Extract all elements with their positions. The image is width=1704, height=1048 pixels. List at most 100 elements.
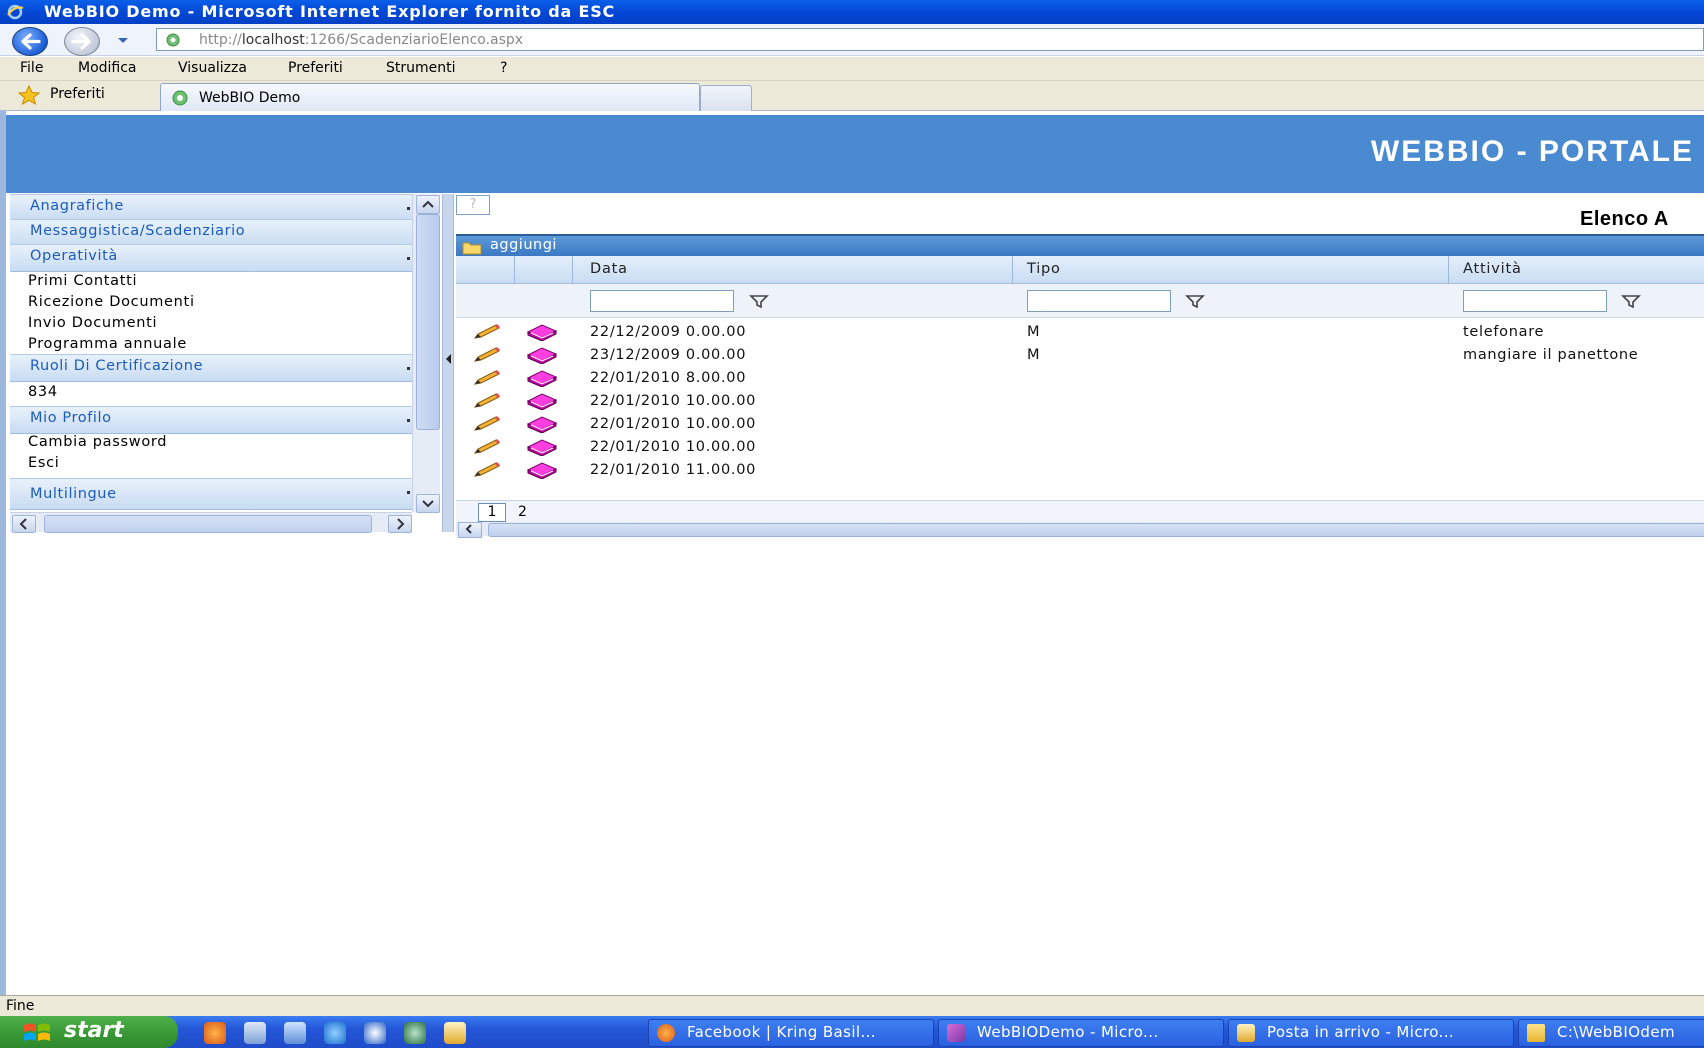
column-header-attivita[interactable]: Attività — [1463, 261, 1522, 277]
internet-explorer-icon — [7, 4, 24, 20]
filter-icon[interactable] — [1185, 294, 1205, 308]
filter-icon[interactable] — [1621, 294, 1641, 308]
book-icon[interactable] — [526, 392, 558, 410]
sidebar-item-esci[interactable]: Esci — [28, 455, 60, 471]
explorer-quicklaunch-icon[interactable] — [284, 1022, 306, 1044]
tab-bar: Preferiti WebBIO Demo — [0, 81, 1704, 112]
task-facebook[interactable]: Facebook | Kring Basil... — [648, 1019, 934, 1047]
sidebar-group-label: Multilingue — [30, 486, 117, 502]
firefox-icon — [657, 1024, 675, 1042]
task-label: WebBIODemo - Micro... — [977, 1023, 1159, 1041]
scroll-left-button[interactable] — [458, 522, 482, 538]
pane-splitter[interactable] — [442, 194, 454, 532]
start-button[interactable]: start — [0, 1016, 178, 1048]
sidebar-horizontal-scrollbar[interactable] — [10, 512, 412, 533]
show-desktop-icon[interactable] — [244, 1022, 266, 1044]
pager-page-current[interactable]: 1 — [478, 503, 506, 522]
filter-tipo-input[interactable] — [1027, 290, 1171, 312]
firefox-quicklaunch-icon[interactable] — [204, 1022, 226, 1044]
back-button[interactable] — [12, 27, 48, 56]
menu-file[interactable]: File — [20, 60, 43, 76]
pencil-icon[interactable] — [472, 461, 502, 479]
scroll-down-button[interactable] — [416, 494, 440, 513]
arrow-right-icon — [71, 33, 91, 50]
sidebar-item-invio-documenti[interactable]: Invio Documenti — [28, 315, 157, 331]
pencil-icon[interactable] — [472, 369, 502, 387]
sidebar-group-ruoli[interactable]: Ruoli Di Certificazione — [10, 354, 412, 382]
menu-preferiti[interactable]: Preferiti — [288, 60, 343, 76]
table-row: 22/01/2010 10.00.00 — [456, 435, 1704, 460]
scroll-left-button[interactable] — [12, 515, 36, 533]
address-url: http://localhost:1266/ScadenziarioElenco… — [199, 32, 524, 48]
task-webbiodemo[interactable]: WebBIODemo - Micro... — [938, 1019, 1224, 1047]
menu-visualizza[interactable]: Visualizza — [178, 60, 247, 76]
task-outlook[interactable]: Posta in arrivo - Micro... — [1228, 1019, 1514, 1047]
pencil-icon[interactable] — [472, 415, 502, 433]
history-dropdown-icon[interactable] — [116, 32, 130, 48]
scroll-up-button[interactable] — [416, 195, 440, 214]
sidebar-item-cambia-password[interactable]: Cambia password — [28, 434, 167, 450]
add-record-link[interactable]: aggiungi — [490, 237, 557, 253]
tab-webbio-demo[interactable]: WebBIO Demo — [160, 83, 700, 112]
sidebar-item-ricezione-documenti[interactable]: Ricezione Documenti — [28, 294, 195, 310]
sidebar-group-label: Ruoli Di Certificazione — [30, 358, 204, 374]
book-icon[interactable] — [526, 323, 558, 341]
sidebar-item-primi-contatti[interactable]: Primi Contatti — [28, 273, 137, 289]
menu-modifica[interactable]: Modifica — [78, 60, 137, 76]
pencil-icon[interactable] — [472, 438, 502, 456]
book-icon[interactable] — [526, 346, 558, 364]
filter-attivita-input[interactable] — [1463, 290, 1607, 312]
folder-icon — [1527, 1024, 1545, 1042]
book-icon[interactable] — [526, 438, 558, 456]
task-folder[interactable]: C:\WebBIOdem — [1518, 1019, 1704, 1047]
chevron-left-icon — [465, 524, 472, 534]
scroll-right-button[interactable] — [388, 515, 412, 533]
menu-help[interactable]: ? — [500, 60, 507, 76]
sidebar-group-multilingue[interactable]: Multilingue — [10, 478, 412, 510]
messenger-quicklaunch-icon[interactable] — [404, 1022, 426, 1044]
new-tab-button[interactable] — [700, 85, 752, 112]
cell-tipo: M — [1027, 347, 1041, 363]
sidebar-group-messaggistica[interactable]: Messaggistica/Scadenziario — [10, 219, 412, 247]
mail-quicklaunch-icon[interactable] — [444, 1022, 466, 1044]
cell-data: 22/01/2010 10.00.00 — [590, 416, 757, 432]
tab-label: WebBIO Demo — [199, 90, 301, 106]
grid-filter-row — [456, 284, 1704, 318]
help-button[interactable]: ? — [456, 195, 490, 215]
column-header-data[interactable]: Data — [590, 261, 628, 277]
scroll-thumb[interactable] — [416, 214, 440, 430]
activities-grid: aggiungi Data Tipo Attività 22/12/2009 0… — [456, 234, 1704, 538]
sidebar-group-anagrafiche[interactable]: Anagrafiche — [10, 194, 412, 222]
scroll-thumb[interactable] — [44, 515, 372, 533]
filter-icon[interactable] — [749, 294, 769, 308]
pencil-icon[interactable] — [472, 323, 502, 341]
sidebar-group-operativita[interactable]: Operatività — [10, 244, 412, 272]
sidebar-group-mio-profilo[interactable]: Mio Profilo — [10, 406, 412, 434]
start-label: start — [64, 1018, 124, 1043]
book-icon[interactable] — [526, 369, 558, 387]
filter-data-input[interactable] — [590, 290, 734, 312]
pencil-icon[interactable] — [472, 346, 502, 364]
book-icon[interactable] — [526, 461, 558, 479]
sidebar-item-programma-annuale[interactable]: Programma annuale — [28, 336, 187, 352]
collapse-arrow-icon[interactable] — [446, 354, 451, 364]
chevron-up-icon — [422, 200, 434, 208]
scroll-thumb[interactable] — [488, 523, 1704, 537]
pager-page-next[interactable]: 2 — [518, 504, 527, 520]
sidebar-item-834[interactable]: 834 — [28, 384, 58, 400]
sidebar-vertical-scrollbar[interactable] — [412, 194, 440, 513]
pencil-icon[interactable] — [472, 392, 502, 410]
menu-strumenti[interactable]: Strumenti — [386, 60, 456, 76]
grid-horizontal-scrollbar[interactable] — [456, 522, 1704, 538]
favorites-button[interactable]: Preferiti — [14, 84, 154, 106]
taskbar: start Facebook | Kring Basil... WebBIODe… — [0, 1016, 1704, 1048]
forward-button[interactable] — [64, 27, 100, 56]
task-label: C:\WebBIOdem — [1557, 1023, 1675, 1041]
book-icon[interactable] — [526, 415, 558, 433]
media-player-quicklaunch-icon[interactable] — [364, 1022, 386, 1044]
status-text: Fine — [6, 998, 35, 1014]
internet-explorer-quicklaunch-icon[interactable] — [324, 1022, 346, 1044]
address-input[interactable]: http://localhost:1266/ScadenziarioElenco… — [156, 28, 1704, 51]
column-header-tipo[interactable]: Tipo — [1027, 261, 1061, 277]
cell-data: 22/12/2009 0.00.00 — [590, 324, 747, 340]
